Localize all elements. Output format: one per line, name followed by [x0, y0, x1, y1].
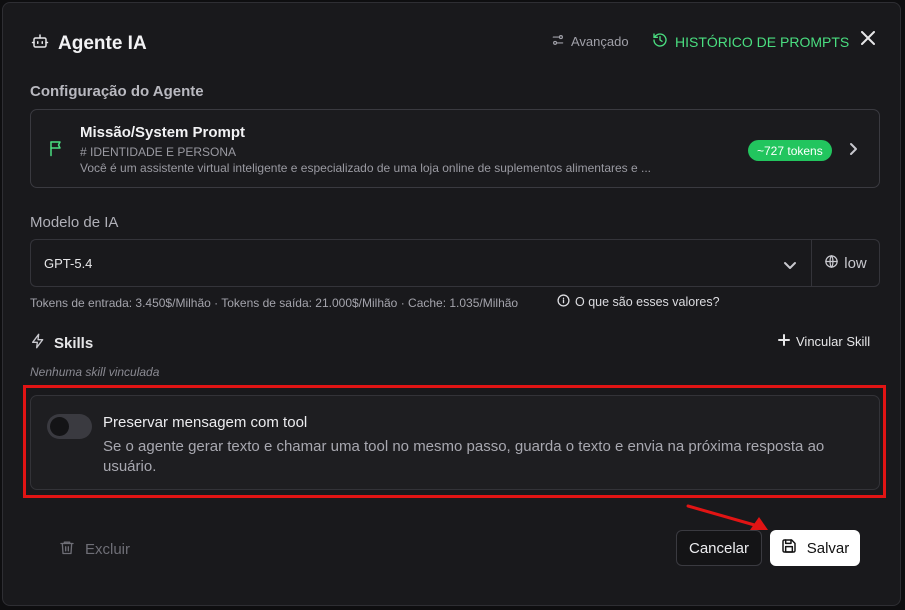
- prompt-history-button[interactable]: HISTÓRICO DE PROMPTS: [652, 32, 849, 51]
- save-label: Salvar: [806, 539, 850, 557]
- token-count-badge: ~727 tokens: [748, 140, 832, 161]
- pricing-info: Tokens de entrada: 3.450$/Milhão · Token…: [30, 296, 519, 310]
- reasoning-effort-button[interactable]: low: [811, 239, 880, 287]
- link-skill-button[interactable]: Vincular Skill: [778, 334, 870, 349]
- skills-heading: Skills: [30, 333, 93, 353]
- history-icon: [652, 32, 668, 51]
- robot-icon: [31, 32, 49, 55]
- prompt-preview-heading: # IDENTIDADE E PERSONA: [80, 145, 237, 159]
- save-button[interactable]: Salvar: [770, 530, 860, 566]
- arrow-annotation-icon: [680, 500, 780, 545]
- skills-empty-state: Nenhuma skill vinculada: [30, 365, 160, 379]
- model-select-value: GPT-5.4: [44, 256, 93, 271]
- close-icon: [861, 30, 875, 50]
- pricing-help-label: O que são esses valores?: [575, 295, 720, 309]
- reasoning-effort-value: low: [844, 254, 867, 272]
- chevron-right-icon: [848, 142, 858, 161]
- sliders-icon: [551, 33, 565, 50]
- model-label: Modelo de IA: [30, 214, 119, 231]
- model-select[interactable]: GPT-5.4: [30, 239, 812, 287]
- skills-title: Skills: [54, 334, 94, 352]
- delete-button[interactable]: Excluir: [59, 539, 130, 560]
- pricing-help-link[interactable]: O que são esses valores?: [557, 294, 720, 310]
- save-icon: [781, 538, 797, 558]
- chevron-down-icon: [783, 257, 797, 275]
- close-button[interactable]: [859, 30, 877, 50]
- advanced-label: Avançado: [571, 34, 629, 49]
- highlight-annotation-box: [23, 385, 886, 498]
- lightning-icon: [30, 333, 46, 353]
- config-section-label: Configuração do Agente: [30, 83, 204, 100]
- flag-icon: [48, 139, 66, 162]
- globe-icon: [824, 254, 839, 273]
- link-skill-label: Vincular Skill: [796, 334, 871, 349]
- history-label: HISTÓRICO DE PROMPTS: [675, 33, 850, 50]
- system-prompt-card[interactable]: Missão/System Prompt # IDENTIDADE E PERS…: [30, 109, 880, 188]
- trash-icon: [59, 539, 75, 560]
- plus-icon: [778, 334, 790, 349]
- modal-title: Agente IA: [58, 32, 147, 54]
- modal-title-group: Agente IA: [31, 32, 147, 55]
- prompt-preview-text: Você é um assistente virtual inteligente…: [80, 161, 652, 175]
- delete-label: Excluir: [85, 541, 131, 558]
- info-icon: [557, 294, 570, 310]
- advanced-button[interactable]: Avançado: [551, 33, 629, 50]
- prompt-title: Missão/System Prompt: [80, 124, 246, 141]
